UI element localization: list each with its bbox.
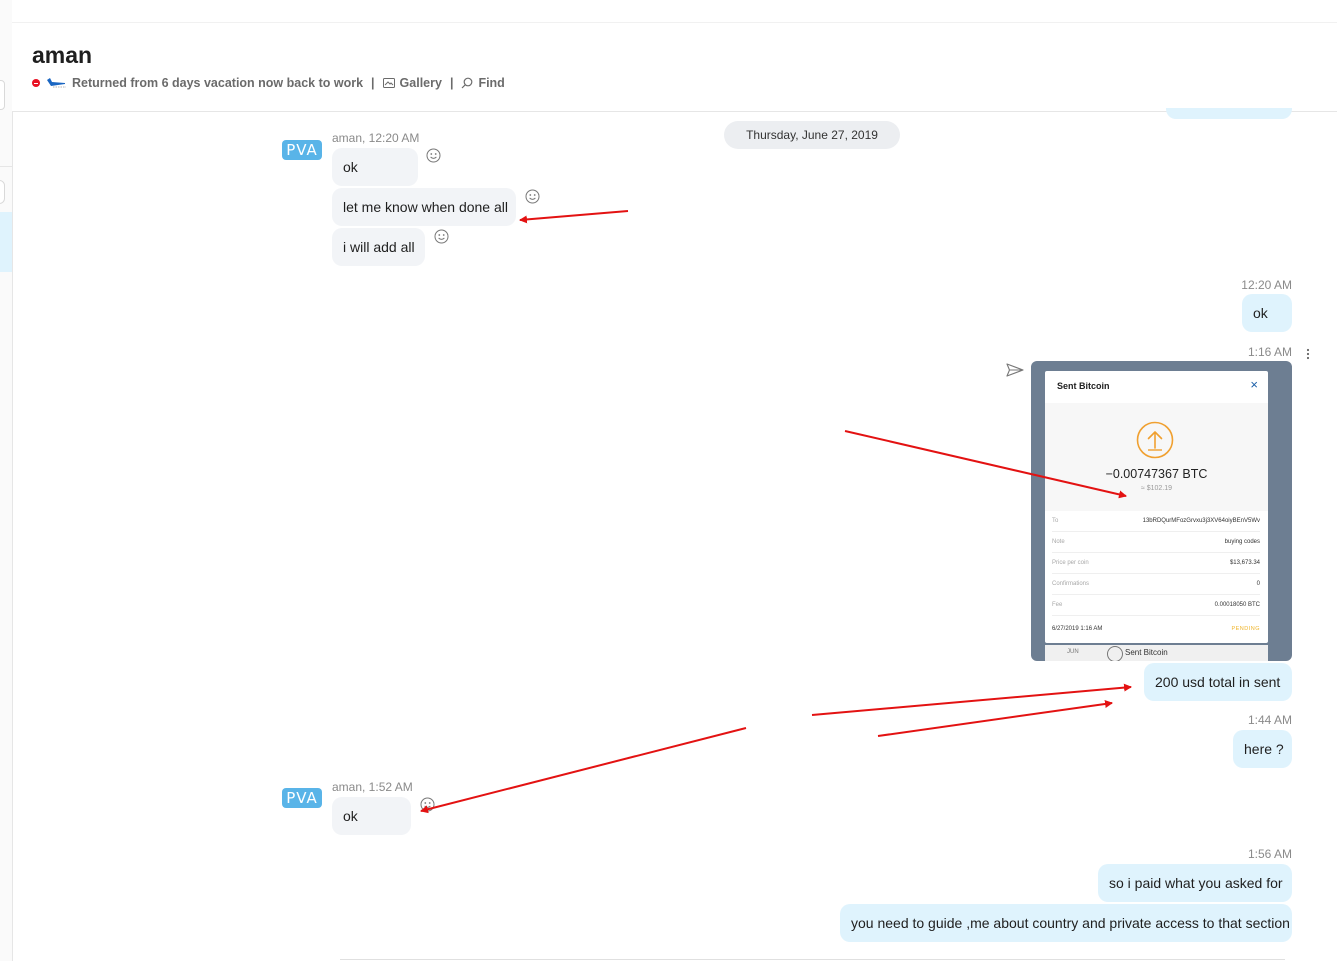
date-divider: Thursday, June 27, 2019 xyxy=(724,121,900,149)
sidebar-scroll-handle[interactable] xyxy=(0,180,5,204)
find-link[interactable]: Find xyxy=(461,76,505,90)
avatar[interactable]: PVA xyxy=(282,788,322,808)
conversation-header: aman Returned from 6 days vacation now b… xyxy=(12,0,1337,112)
composer-divider xyxy=(340,959,1285,960)
outgoing-message[interactable]: ok xyxy=(1242,294,1292,332)
receipt-row-key: To xyxy=(1052,518,1059,524)
receipt-row-value: buying codes xyxy=(1224,539,1260,545)
receipt-status: PENDING xyxy=(1231,626,1260,632)
receipt-row-value: 0 xyxy=(1256,581,1260,587)
plane-icon xyxy=(47,78,66,88)
smiley-icon[interactable] xyxy=(434,229,449,244)
avatar[interactable]: PVA xyxy=(282,140,322,160)
previous-message-bubble[interactable] xyxy=(1166,108,1292,119)
receipt-header: Sent Bitcoin × xyxy=(1045,371,1268,404)
mood-message: Returned from 6 days vacation now back t… xyxy=(72,76,364,90)
smiley-icon[interactable] xyxy=(525,189,540,204)
receipt-list-label: Sent Bitcoin xyxy=(1125,648,1168,657)
incoming-message[interactable]: ok xyxy=(332,148,418,186)
receipt-summary: −0.00747367 BTC ≈ $102.19 xyxy=(1045,403,1268,511)
send-icon[interactable] xyxy=(1006,363,1024,377)
annotation-arrow xyxy=(519,210,629,224)
gallery-icon xyxy=(382,78,395,88)
message-meta: aman, 12:20 AM xyxy=(332,131,420,145)
outgoing-message[interactable]: here ? xyxy=(1233,730,1292,768)
receipt-row-key: Note xyxy=(1052,539,1065,545)
receipt-footer-row: 6/27/2019 1:16 AM PENDING xyxy=(1052,619,1260,639)
sidebar-edge xyxy=(0,0,13,961)
outgoing-message[interactable]: you need to guide ,me about country and … xyxy=(840,904,1292,942)
header-subtitle: Returned from 6 days vacation now back t… xyxy=(32,76,505,90)
incoming-message[interactable]: let me know when done all xyxy=(332,188,516,226)
receipt-row-value: $13,673.34 xyxy=(1229,560,1260,566)
receipt-row-key: Confirmations xyxy=(1052,581,1090,587)
close-icon: × xyxy=(1250,377,1258,392)
receipt-row: Confirmations 0 xyxy=(1052,574,1260,595)
receipt-amount: −0.00747367 BTC xyxy=(1105,467,1208,481)
annotation-arrow xyxy=(877,700,1113,737)
incoming-message[interactable]: ok xyxy=(332,797,411,835)
receipt-row: Price per coin $13,673.34 xyxy=(1052,553,1260,574)
upload-arrow-icon xyxy=(1107,646,1123,661)
receipt-list-date: JUN xyxy=(1067,649,1079,655)
receipt-row-key: Price per coin xyxy=(1052,560,1089,566)
receipt-fiat-amount: ≈ $102.19 xyxy=(1140,485,1173,492)
receipt-row: To 13bRDQurMFozGrvxu3j3XV64oiyBEnV5Wv xyxy=(1052,511,1260,532)
message-time: 1:44 AM xyxy=(1247,713,1292,727)
receipt-row-value: 13bRDQurMFozGrvxu3j3XV64oiyBEnV5Wv xyxy=(1142,518,1260,524)
outgoing-message[interactable]: so i paid what you asked for xyxy=(1098,864,1292,902)
message-time: 12:20 AM xyxy=(1241,278,1292,292)
message-meta: aman, 1:52 AM xyxy=(332,780,413,794)
bitcoin-receipt-image[interactable]: Sent Bitcoin × −0.00747367 BTC ≈ $102.19… xyxy=(1031,361,1292,661)
find-label: Find xyxy=(478,76,505,90)
gallery-label: Gallery xyxy=(399,76,442,90)
upload-arrow-icon xyxy=(1136,421,1174,459)
header-separator: | xyxy=(371,76,375,90)
receipt-list-peek: JUN Sent Bitcoin xyxy=(1045,645,1268,661)
message-time: 1:16 AM xyxy=(1247,345,1292,359)
receipt-card: Sent Bitcoin × −0.00747367 BTC ≈ $102.19… xyxy=(1045,371,1268,643)
do-not-disturb-icon xyxy=(32,79,40,87)
gallery-link[interactable]: Gallery xyxy=(382,76,442,90)
annotation-arrow xyxy=(811,683,1132,716)
receipt-row-value: 0.00018050 BTC xyxy=(1214,602,1260,608)
receipt-row-key: Fee xyxy=(1052,602,1063,608)
smiley-icon[interactable] xyxy=(426,148,441,163)
message-time: 1:56 AM xyxy=(1247,847,1292,861)
annotation-arrow xyxy=(420,727,747,814)
sidebar-selected-chat-highlight[interactable] xyxy=(0,212,12,272)
sidebar-divider xyxy=(0,166,12,167)
receipt-date: 6/27/2019 1:16 AM xyxy=(1052,626,1103,632)
header-top-strip xyxy=(12,0,1337,23)
sidebar-collapse-handle[interactable] xyxy=(0,80,5,110)
receipt-row: Note buying codes xyxy=(1052,532,1260,553)
incoming-message[interactable]: i will add all xyxy=(332,228,425,266)
receipt-title: Sent Bitcoin xyxy=(1057,381,1110,391)
header-separator: | xyxy=(449,76,454,90)
smiley-icon[interactable] xyxy=(420,797,435,812)
outgoing-message[interactable]: 200 usd total in sent xyxy=(1144,663,1292,701)
search-icon xyxy=(462,77,473,89)
receipt-row: Fee 0.00018050 BTC xyxy=(1052,595,1260,616)
contact-name[interactable]: aman xyxy=(32,42,92,69)
more-vertical-icon[interactable] xyxy=(1304,346,1312,362)
